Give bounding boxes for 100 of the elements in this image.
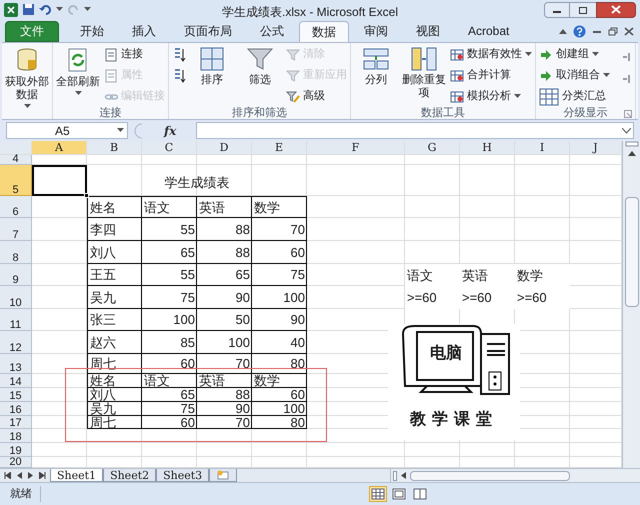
ribbon-button[interactable]: 创建组 (539, 46, 610, 64)
table-cell: 65 (142, 241, 197, 264)
ribbon-button[interactable]: 数据有效性 (450, 46, 532, 64)
table-cell: 英语 (460, 264, 515, 286)
row-header[interactable]: 20 (0, 457, 32, 468)
column-header[interactable]: H (460, 141, 515, 156)
column-header[interactable]: B (87, 141, 142, 156)
document-icon (104, 68, 118, 82)
dialog-launcher-icon[interactable] (624, 110, 632, 118)
column-header[interactable]: D (197, 141, 252, 156)
row-header[interactable]: 14 (0, 374, 32, 388)
ribbon-button[interactable]: 分列 (354, 46, 398, 106)
row-header[interactable]: 17 (0, 416, 32, 430)
column-header[interactable]: F (307, 141, 405, 156)
function-label[interactable]: fx (148, 122, 192, 140)
last-sheet-icon[interactable] (39, 472, 46, 480)
row-header[interactable]: 11 (0, 309, 32, 332)
column-header[interactable]: E (252, 141, 307, 156)
sheet-tab[interactable]: Sheet3 (156, 469, 210, 482)
sheet-tab[interactable]: Sheet1 (50, 469, 104, 482)
expand-icon[interactable] (622, 128, 631, 134)
table-cell: 数学 (252, 374, 307, 388)
ribbon-button[interactable]: 分类汇总 (539, 88, 610, 106)
insert-sheet-button[interactable] (209, 469, 238, 482)
ribbon-button[interactable]: 高级 (286, 88, 347, 106)
row-header[interactable]: 15 (0, 388, 32, 402)
column-header[interactable]: G (405, 141, 460, 156)
ribbon-tab[interactable]: 视图 (403, 20, 453, 42)
ribbon-button[interactable]: 排序 (190, 46, 234, 106)
ribbon-tab[interactable]: 公式 (247, 20, 297, 42)
column-header[interactable]: A (32, 141, 87, 156)
ribbon-button[interactable]: 取消组合 (539, 66, 610, 84)
active-cell[interactable] (32, 165, 87, 196)
table-cell: 刘八 (87, 241, 142, 264)
collapse-ribbon-icon[interactable] (559, 28, 567, 34)
sheet-tab[interactable]: Sheet2 (103, 469, 156, 482)
excel-logo-icon[interactable] (4, 2, 18, 17)
formula-input[interactable] (196, 122, 634, 140)
row-header[interactable]: 6 (0, 196, 32, 218)
row-header[interactable]: 13 (0, 354, 32, 374)
ribbon-button[interactable]: 删除重复项 (402, 46, 446, 106)
ribbon-button[interactable]: 模拟分析 (450, 88, 532, 106)
scroll-up-icon[interactable] (628, 149, 636, 158)
scroll-left-icon[interactable] (401, 472, 406, 480)
scroll-thumb[interactable] (624, 197, 638, 308)
undo-icon[interactable] (39, 3, 52, 16)
status-text: 就绪 (10, 486, 41, 502)
column-header[interactable]: I (515, 141, 570, 156)
view-button[interactable] (390, 486, 408, 502)
table-cell: 100 (252, 402, 307, 416)
row-header[interactable]: 18 (0, 429, 32, 444)
restore-icon[interactable] (608, 26, 618, 36)
split-handle-icon[interactable] (393, 470, 397, 481)
page-break-view-icon (413, 488, 427, 500)
row-header[interactable]: 16 (0, 402, 32, 416)
maximize-button[interactable] (570, 2, 596, 18)
scroll-thumb[interactable] (410, 470, 570, 481)
close-button[interactable] (596, 2, 636, 18)
save-icon[interactable] (22, 3, 35, 16)
ribbon-button[interactable]: 合并计算 (450, 66, 532, 84)
name-box[interactable]: A5 (6, 122, 128, 140)
row-header[interactable]: 19 (0, 443, 32, 458)
show-detail-icon[interactable] (622, 52, 632, 62)
ribbon-button[interactable]: 全部刷新 (56, 46, 100, 106)
column-header[interactable]: J (570, 141, 622, 156)
first-sheet-icon[interactable] (4, 472, 11, 480)
view-button[interactable] (411, 486, 429, 502)
row-header[interactable]: 9 (0, 264, 32, 286)
sort-button[interactable] (172, 46, 186, 64)
help-icon[interactable] (573, 24, 586, 38)
row-header[interactable]: 4 (0, 155, 32, 166)
ribbon-tab[interactable]: 数据 (299, 20, 349, 42)
ribbon-tab[interactable]: Acrobat (455, 20, 522, 42)
view-button[interactable] (369, 486, 387, 502)
ribbon-button[interactable]: 筛选 (238, 46, 282, 106)
previous-sheet-icon[interactable] (17, 472, 22, 480)
minimize-button[interactable] (544, 2, 570, 18)
vertical-scrollbar[interactable] (622, 141, 640, 468)
horizontal-scrollbar[interactable] (390, 469, 640, 482)
fill-handle[interactable] (84, 193, 89, 198)
close-icon[interactable] (624, 26, 634, 36)
hide-detail-icon[interactable] (622, 74, 632, 84)
ribbon-tab[interactable]: 审阅 (351, 20, 401, 42)
column-header[interactable]: C (142, 141, 197, 156)
row-header[interactable]: 10 (0, 286, 32, 310)
ribbon-button[interactable]: 获取外部数据 (5, 46, 49, 108)
divider-handle-icon[interactable] (132, 122, 144, 139)
split-handle-icon[interactable] (624, 141, 638, 148)
row-header[interactable]: 7 (0, 218, 32, 242)
row-header[interactable]: 5 (0, 165, 32, 196)
next-sheet-icon[interactable] (28, 472, 33, 480)
ribbon-tab[interactable]: 页面布局 (171, 20, 245, 42)
row-header[interactable]: 12 (0, 331, 32, 354)
file-tab[interactable]: 文件 (5, 20, 59, 42)
ribbon-tab[interactable]: 插入 (119, 20, 169, 42)
table-cell: 50 (197, 309, 252, 332)
row-header[interactable]: 8 (0, 241, 32, 264)
ribbon-tab[interactable]: 开始 (67, 20, 117, 42)
sort-button[interactable] (172, 66, 186, 84)
ribbon-button[interactable]: 连接 (104, 46, 165, 64)
